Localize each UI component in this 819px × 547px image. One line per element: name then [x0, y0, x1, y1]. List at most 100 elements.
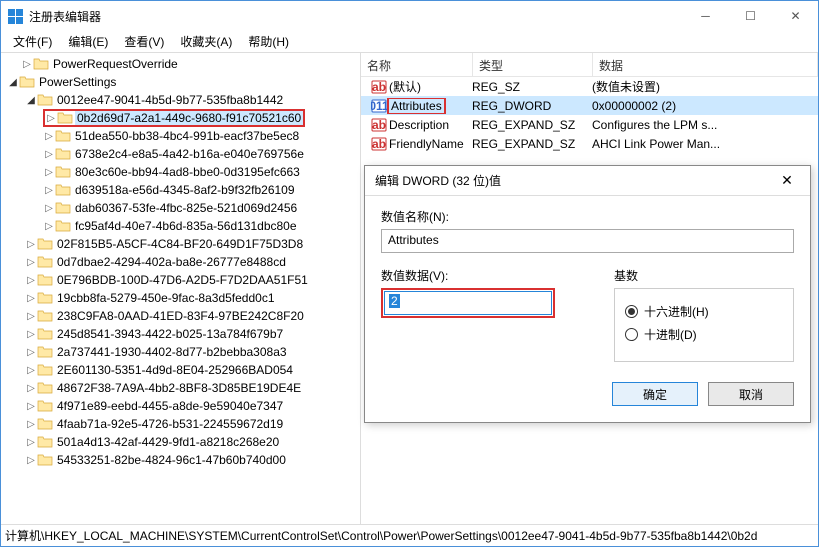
tree-item[interactable]: ▷ 0b2d69d7-a2a1-449c-9680-f91c70521c60 — [1, 109, 360, 127]
svg-text:ab: ab — [372, 137, 386, 151]
expand-icon[interactable]: ▷ — [25, 401, 37, 412]
value-type: REG_EXPAND_SZ — [466, 137, 586, 151]
tree-label: 0b2d69d7-a2a1-449c-9680-f91c70521c60 — [75, 111, 303, 125]
radio-dec[interactable]: 十进制(D) — [625, 326, 783, 343]
tree-item[interactable]: ▷ 0d7dbae2-4294-402a-ba8e-26777e8488cd — [1, 253, 360, 271]
base-label: 基数 — [614, 267, 794, 284]
col-header-type[interactable]: 类型 — [473, 53, 593, 76]
string-value-icon: ab — [371, 136, 387, 152]
tree-item[interactable]: ▷19cbb8fa-5279-450e-9fac-8a3d5fedd0c1 — [1, 289, 360, 307]
string-value-icon: ab — [371, 79, 387, 95]
list-row[interactable]: ab(默认)REG_SZ(数值未设置) — [361, 77, 818, 96]
folder-icon — [37, 327, 53, 341]
ok-button[interactable]: 确定 — [612, 382, 698, 406]
tree-label: 48672F38-7A9A-4bb2-8BF8-3D85BE19DE4E — [55, 381, 303, 395]
tree-item[interactable]: ▷80e3c60e-bb94-4ad8-bbe0-0d3195efc663 — [1, 163, 360, 181]
tree-item[interactable]: ▷238C9FA8-0AAD-41ED-83F4-97BE242C8F20 — [1, 307, 360, 325]
tree-item[interactable]: ▷d639518a-e56d-4345-8af2-b9f32fb26109 — [1, 181, 360, 199]
tree-item[interactable]: ▷2a737441-1930-4402-8d77-b2bebba308a3 — [1, 343, 360, 361]
expand-icon[interactable]: ▷ — [25, 455, 37, 466]
tree-item[interactable]: ▷4faab71a-92e5-4726-b531-224559672d19 — [1, 415, 360, 433]
expand-icon[interactable]: ▷ — [25, 239, 37, 250]
tree-label: 6738e2c4-e8a5-4a42-b16a-e040e769756e — [73, 147, 306, 161]
value-type: REG_SZ — [466, 80, 586, 94]
value-name: Attributes — [387, 98, 446, 114]
expand-icon[interactable]: ▷ — [45, 113, 57, 124]
expand-icon[interactable]: ▷ — [21, 59, 33, 70]
expand-icon[interactable]: ▷ — [43, 167, 55, 178]
cancel-button[interactable]: 取消 — [708, 382, 794, 406]
expand-icon[interactable]: ▷ — [25, 275, 37, 286]
folder-icon — [55, 129, 71, 143]
menu-view[interactable]: 查看(V) — [116, 31, 172, 52]
expand-icon[interactable]: ▷ — [25, 365, 37, 376]
folder-icon — [55, 165, 71, 179]
folder-icon — [37, 417, 53, 431]
expand-icon[interactable]: ▷ — [25, 329, 37, 340]
menu-file[interactable]: 文件(F) — [5, 31, 60, 52]
tree-item[interactable]: ▷ PowerRequestOverride — [1, 55, 360, 73]
tree-label: 0012ee47-9041-4b5d-9b77-535fba8b1442 — [55, 93, 285, 107]
tree-item[interactable]: ▷245d8541-3943-4422-b025-13a784f679b7 — [1, 325, 360, 343]
value-name-field: Attributes — [381, 229, 794, 253]
tree-item[interactable]: ▷4f971e89-eebd-4455-a8de-9e59040e7347 — [1, 397, 360, 415]
tree-item[interactable]: ▷dab60367-53fe-4fbc-825e-521d069d2456 — [1, 199, 360, 217]
tree-item[interactable]: ▷02F815B5-A5CF-4C84-BF20-649D1F75D3D8 — [1, 235, 360, 253]
tree-item[interactable]: ▷51dea550-bb38-4bc4-991b-eacf37be5ec8 — [1, 127, 360, 145]
list-row[interactable]: abDescriptionREG_EXPAND_SZConfigures the… — [361, 115, 818, 134]
expand-icon[interactable]: ▷ — [43, 149, 55, 160]
menubar: 文件(F) 编辑(E) 查看(V) 收藏夹(A) 帮助(H) — [1, 31, 818, 53]
expand-icon[interactable]: ▷ — [25, 311, 37, 322]
tree-item[interactable]: ◢ 0012ee47-9041-4b5d-9b77-535fba8b1442 — [1, 91, 360, 109]
tree-item[interactable]: ▷ 6738e2c4-e8a5-4a42-b16a-e040e769756e — [1, 145, 360, 163]
expand-icon[interactable]: ▷ — [25, 293, 37, 304]
close-button[interactable]: ✕ — [773, 2, 818, 31]
menu-favorites[interactable]: 收藏夹(A) — [172, 31, 240, 52]
tree-label: 501a4d13-42af-4429-9fd1-a8218c268e20 — [55, 435, 281, 449]
tree-label: 2E601130-5351-4d9d-8E04-252966BAD054 — [55, 363, 295, 377]
maximize-button[interactable]: ☐ — [728, 2, 773, 31]
value-data-input[interactable]: 2 — [384, 291, 552, 315]
tree-item[interactable]: ▷fc95af4d-40e7-4b6d-835a-56d131dbc80e — [1, 217, 360, 235]
col-header-data[interactable]: 数据 — [593, 53, 818, 76]
tree-item[interactable]: ▷ 48672F38-7A9A-4bb2-8BF8-3D85BE19DE4E — [1, 379, 360, 397]
tree-item[interactable]: ▷54533251-82be-4824-96c1-47b60b740d00 — [1, 451, 360, 469]
expand-icon[interactable]: ◢ — [7, 77, 19, 88]
radio-hex[interactable]: 十六进制(H) — [625, 303, 783, 320]
tree-item[interactable]: ◢PowerSettings — [1, 73, 360, 91]
menu-edit[interactable]: 编辑(E) — [60, 31, 116, 52]
tree-item[interactable]: ▷0E796BDB-100D-47D6-A2D5-F7D2DAA51F51 — [1, 271, 360, 289]
expand-icon[interactable]: ▷ — [25, 383, 37, 394]
tree-pane[interactable]: ▷PowerRequestOverride◢PowerSettings◢0012… — [1, 53, 361, 524]
expand-icon[interactable]: ▷ — [25, 437, 37, 448]
titlebar: 注册表编辑器 ─ ☐ ✕ — [1, 1, 818, 31]
regedit-icon — [7, 8, 23, 24]
expand-icon[interactable]: ▷ — [25, 347, 37, 358]
expand-icon[interactable]: ▷ — [43, 185, 55, 196]
tree-label: 0d7dbae2-4294-402a-ba8e-26777e8488cd — [55, 255, 288, 269]
list-row[interactable]: abFriendlyNameREG_EXPAND_SZAHCI Link Pow… — [361, 134, 818, 153]
expand-icon[interactable]: ▷ — [43, 221, 55, 232]
list-row[interactable]: 011AttributesREG_DWORD0x00000002 (2) — [361, 96, 818, 115]
folder-icon — [19, 75, 35, 89]
svg-text:011: 011 — [371, 99, 387, 113]
menu-help[interactable]: 帮助(H) — [240, 31, 297, 52]
tree-item[interactable]: ▷ 501a4d13-42af-4429-9fd1-a8218c268e20 — [1, 433, 360, 451]
string-value-icon: ab — [371, 117, 387, 133]
expand-icon[interactable]: ◢ — [25, 95, 37, 106]
folder-icon — [37, 363, 53, 377]
col-header-name[interactable]: 名称 — [361, 53, 473, 76]
expand-icon[interactable]: ▷ — [43, 203, 55, 214]
folder-icon — [37, 399, 53, 413]
expand-icon[interactable]: ▷ — [25, 419, 37, 430]
minimize-button[interactable]: ─ — [683, 2, 728, 31]
value-name: (默认) — [389, 78, 421, 95]
folder-icon — [57, 111, 73, 125]
tree-item[interactable]: ▷ 2E601130-5351-4d9d-8E04-252966BAD054 — [1, 361, 360, 379]
expand-icon[interactable]: ▷ — [25, 257, 37, 268]
tree-label: PowerRequestOverride — [51, 57, 180, 71]
dialog-close-button[interactable]: ✕ — [774, 172, 800, 189]
folder-icon — [55, 183, 71, 197]
svg-text:ab: ab — [372, 118, 386, 132]
expand-icon[interactable]: ▷ — [43, 131, 55, 142]
